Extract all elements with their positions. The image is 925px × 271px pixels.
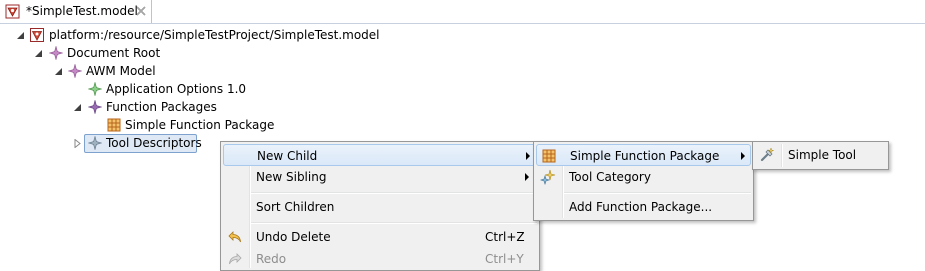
tree-item-tool-descriptors[interactable]: Tool Descriptors (0, 134, 220, 153)
tree-item-function-packages[interactable]: Function Packages (0, 98, 300, 116)
submenu-arrow-icon (526, 152, 530, 160)
model-file-icon (5, 4, 20, 19)
menu-item-label: Undo Delete (256, 230, 331, 244)
context-menu: New Child New Sibling Sort Children Undo… (220, 141, 540, 271)
tree-item-label: Document Root (67, 46, 161, 60)
redo-icon (229, 253, 242, 265)
menu-item-simple-function-package[interactable]: Simple Function Package (536, 144, 751, 166)
menu-item-tool-category[interactable]: Tool Category (536, 166, 751, 188)
menu-item-label: Simple Tool (788, 148, 857, 162)
editor-tab-simpletest-model[interactable]: *SimpleTest.model (0, 0, 152, 23)
tree-item-resource[interactable]: platform:/resource/SimpleTestProject/Sim… (0, 26, 400, 44)
menu-separator (251, 192, 537, 194)
tree-item-label: Tool Descriptors (106, 136, 202, 150)
tree-item-document-root[interactable]: Document Root (0, 44, 300, 62)
expanded-triangle-icon[interactable] (54, 67, 63, 76)
menu-item-shortcut: Ctrl+Y (485, 252, 524, 266)
menu-item-label: Add Function Package... (569, 200, 713, 214)
close-icon[interactable] (135, 5, 147, 17)
tree-item-awm-model[interactable]: AWM Model (0, 62, 300, 80)
package-grid-icon (542, 149, 556, 163)
menu-item-label: Tool Category (569, 170, 651, 184)
menu-item-label: New Sibling (256, 170, 327, 184)
tree-item-simple-function-package[interactable]: Simple Function Package (0, 116, 300, 134)
menu-separator (251, 222, 537, 224)
sparkle-green-icon (88, 82, 102, 96)
submenu-arrow-icon (741, 152, 745, 160)
menu-item-undo-delete[interactable]: Undo Delete Ctrl+Z (223, 226, 537, 248)
submenu-arrow-icon (525, 173, 529, 181)
simple-function-package-submenu: Simple Tool (752, 141, 889, 170)
sparkle-icon (49, 46, 63, 60)
undo-icon (228, 231, 241, 243)
menu-item-sort-children[interactable]: Sort Children (223, 196, 537, 218)
editor-tab-title: *SimpleTest.model (26, 4, 138, 18)
menu-separator (564, 192, 751, 194)
menu-item-label: Sort Children (256, 200, 335, 214)
tree-item-application-options[interactable]: Application Options 1.0 (0, 80, 300, 98)
tree-item-label: Simple Function Package (125, 118, 275, 132)
expanded-triangle-icon[interactable] (34, 49, 43, 58)
package-grid-icon (107, 118, 121, 132)
tree-item-label: Application Options 1.0 (106, 82, 247, 96)
menu-item-label: New Child (257, 149, 318, 163)
expanded-triangle-icon[interactable] (73, 103, 82, 112)
new-child-submenu: Simple Function Package Tool Category Ad… (533, 141, 754, 221)
tree-item-label: platform:/resource/SimpleTestProject/Sim… (49, 28, 380, 42)
editor-tab-strip: *SimpleTest.model (0, 0, 925, 24)
expanded-triangle-icon[interactable] (16, 31, 25, 40)
sparkle-icon (68, 64, 82, 78)
menu-item-simple-tool[interactable]: Simple Tool (755, 144, 886, 166)
menu-item-label: Redo (256, 252, 287, 266)
sparkle-purple-icon (88, 100, 102, 114)
tree-item-label: Function Packages (106, 100, 217, 114)
menu-item-label: Simple Function Package (570, 149, 720, 163)
model-file-icon (30, 28, 44, 42)
menu-item-new-child[interactable]: New Child (223, 144, 537, 166)
tool-icon (760, 147, 775, 162)
tree-item-label: AWM Model (86, 64, 156, 78)
menu-item-new-sibling[interactable]: New Sibling (223, 166, 537, 188)
menu-item-add-function-package[interactable]: Add Function Package... (536, 196, 751, 218)
menu-item-shortcut: Ctrl+Z (485, 230, 525, 244)
tool-category-icon (540, 169, 556, 185)
sparkle-gray-icon (88, 136, 102, 150)
collapsed-triangle-icon[interactable] (73, 139, 82, 148)
menu-item-redo[interactable]: Redo Ctrl+Y (223, 248, 537, 270)
